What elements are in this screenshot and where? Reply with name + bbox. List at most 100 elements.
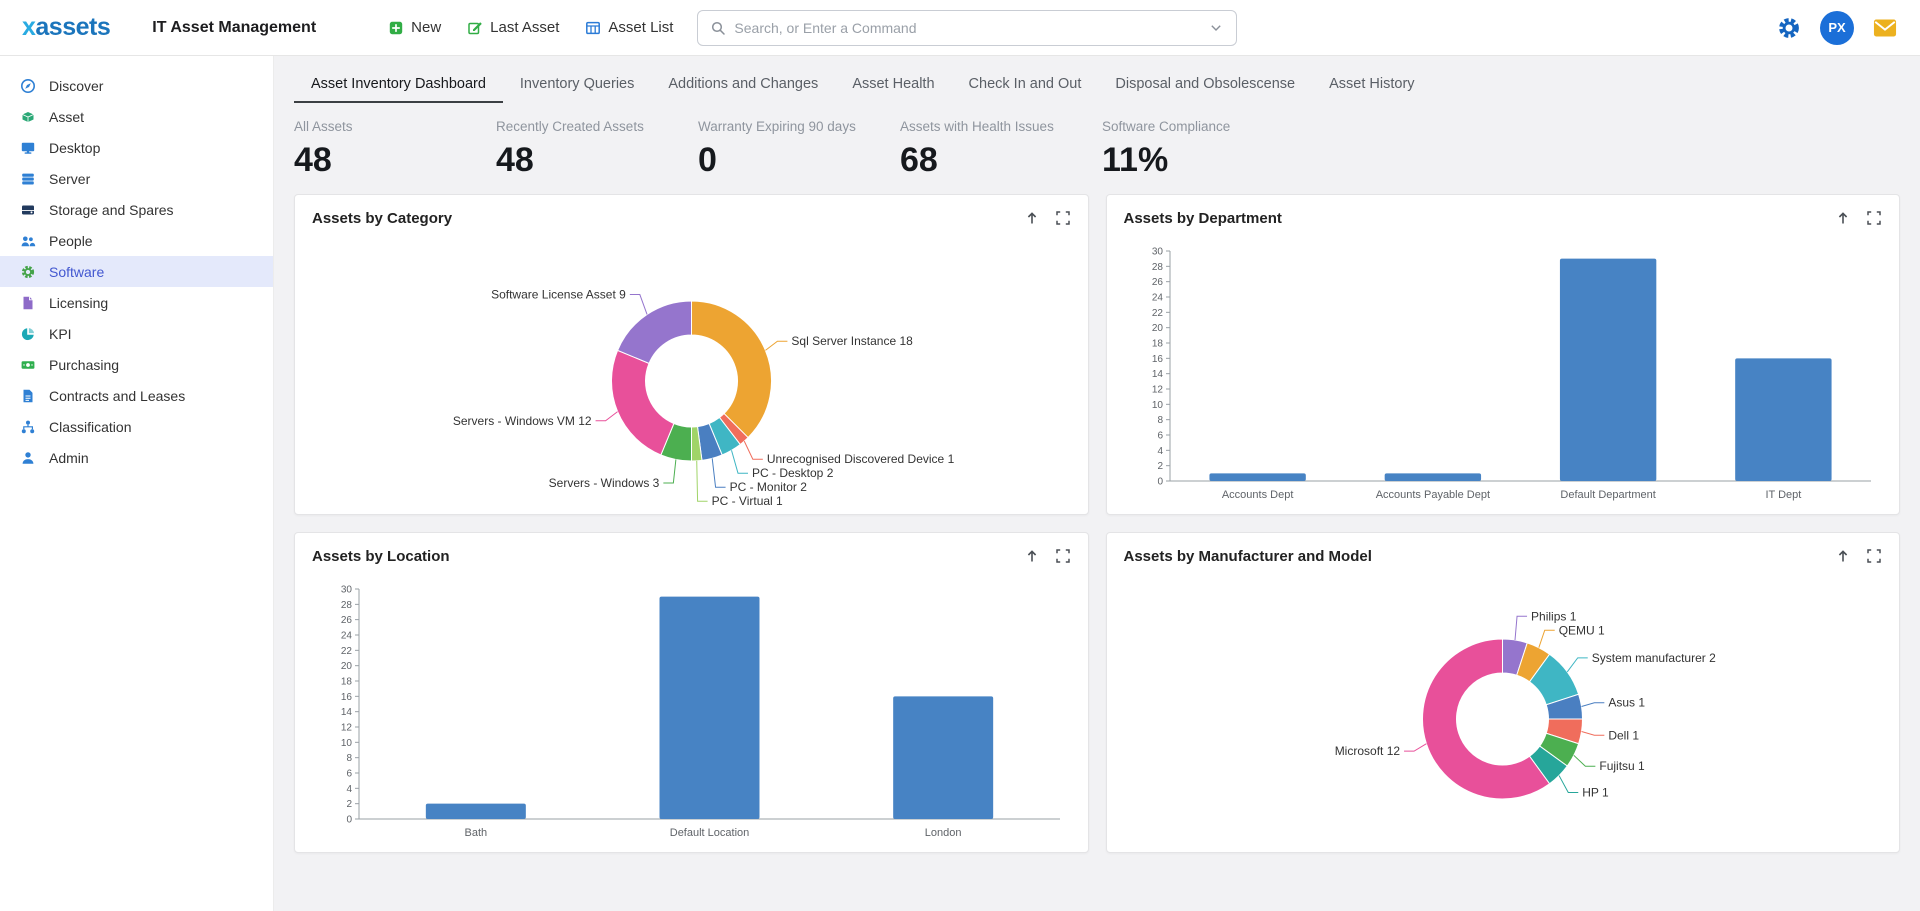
svg-text:8: 8 bbox=[1158, 415, 1164, 426]
sidebar-item-asset[interactable]: Asset bbox=[0, 101, 273, 132]
kpi-row: All Assets48Recently Created Assets48War… bbox=[294, 119, 1900, 180]
tab-check-in-and-out[interactable]: Check In and Out bbox=[952, 64, 1099, 103]
svg-text:6: 6 bbox=[1158, 431, 1164, 442]
kpi-value: 11% bbox=[1102, 141, 1304, 180]
chevron-down-icon[interactable] bbox=[1208, 20, 1224, 36]
expand-fullscreen-icon[interactable] bbox=[1866, 548, 1882, 564]
edit-icon bbox=[467, 20, 483, 36]
asset-list-button[interactable]: Asset List bbox=[575, 12, 683, 43]
assets-by-manufacturer-donut-chart: Philips 1QEMU 1System manufacturer 2Asus… bbox=[1118, 579, 1887, 847]
sidebar-item-label: Contracts and Leases bbox=[49, 388, 185, 404]
mail-icon[interactable] bbox=[1872, 15, 1898, 41]
last-asset-button[interactable]: Last Asset bbox=[457, 12, 569, 43]
kpi-assets-with-health-issues: Assets with Health Issues68 bbox=[900, 119, 1102, 180]
pie-icon bbox=[20, 326, 36, 342]
svg-text:4: 4 bbox=[1158, 446, 1164, 457]
sidebar-item-label: People bbox=[49, 233, 93, 249]
sidebar-item-label: KPI bbox=[49, 326, 72, 342]
tab-additions-and-changes[interactable]: Additions and Changes bbox=[651, 64, 835, 103]
table-icon bbox=[585, 20, 601, 36]
storage-icon bbox=[20, 202, 36, 218]
svg-text:10: 10 bbox=[1152, 400, 1164, 411]
export-arrow-up-icon[interactable] bbox=[1024, 548, 1040, 564]
sidebar-item-contracts-and-leases[interactable]: Contracts and Leases bbox=[0, 380, 273, 411]
topbar-actions: New Last Asset Asset List bbox=[378, 12, 683, 43]
kpi-value: 48 bbox=[294, 141, 496, 180]
svg-text:6: 6 bbox=[346, 769, 352, 780]
expand-fullscreen-icon[interactable] bbox=[1055, 210, 1071, 226]
svg-text:Accounts Dept: Accounts Dept bbox=[1222, 489, 1294, 501]
expand-fullscreen-icon[interactable] bbox=[1055, 548, 1071, 564]
svg-text:2: 2 bbox=[346, 799, 352, 810]
tab-asset-inventory-dashboard[interactable]: Asset Inventory Dashboard bbox=[294, 64, 503, 103]
search-box[interactable] bbox=[697, 10, 1237, 46]
svg-text:0: 0 bbox=[346, 815, 352, 826]
button-label: New bbox=[411, 19, 441, 36]
sidebar-item-people[interactable]: People bbox=[0, 225, 273, 256]
svg-text:Philips 1: Philips 1 bbox=[1531, 609, 1577, 623]
kpi-all-assets: All Assets48 bbox=[294, 119, 496, 180]
kpi-value: 48 bbox=[496, 141, 698, 180]
plus-icon bbox=[388, 20, 404, 36]
sidebar-item-label: Asset bbox=[49, 109, 84, 125]
svg-text:14: 14 bbox=[1152, 369, 1164, 380]
sidebar-item-software[interactable]: Software bbox=[0, 256, 273, 287]
card-assets-by-manufacturer: Assets by Manufacturer and Model Philips… bbox=[1106, 532, 1901, 853]
sidebar-item-admin[interactable]: Admin bbox=[0, 442, 273, 473]
svg-text:22: 22 bbox=[1152, 308, 1164, 319]
export-arrow-up-icon[interactable] bbox=[1024, 210, 1040, 226]
brand-logo-x: x bbox=[22, 13, 35, 41]
avatar[interactable]: PX bbox=[1820, 11, 1854, 45]
tab-inventory-queries[interactable]: Inventory Queries bbox=[503, 64, 651, 103]
card-header: Assets by Category bbox=[295, 195, 1088, 241]
sidebar-item-desktop[interactable]: Desktop bbox=[0, 132, 273, 163]
tab-asset-health[interactable]: Asset Health bbox=[835, 64, 951, 103]
card-header-actions bbox=[1835, 210, 1882, 226]
card-title: Assets by Manufacturer and Model bbox=[1124, 548, 1372, 565]
svg-text:24: 24 bbox=[341, 631, 353, 642]
sidebar-item-label: Server bbox=[49, 171, 90, 187]
app-shell: Discover Asset Desktop Server Storage and Sp… bbox=[0, 56, 1920, 911]
expand-fullscreen-icon[interactable] bbox=[1866, 210, 1882, 226]
sidebar-item-label: Discover bbox=[49, 78, 103, 94]
export-arrow-up-icon[interactable] bbox=[1835, 210, 1851, 226]
kpi-recently-created-assets: Recently Created Assets48 bbox=[496, 119, 698, 180]
svg-text:Accounts Payable Dept: Accounts Payable Dept bbox=[1376, 489, 1490, 501]
settings-gear-icon[interactable] bbox=[1776, 15, 1802, 41]
search-input[interactable] bbox=[734, 20, 1200, 36]
sidebar-item-purchasing[interactable]: Purchasing bbox=[0, 349, 273, 380]
svg-text:PC - Desktop 2: PC - Desktop 2 bbox=[752, 466, 834, 480]
svg-text:20: 20 bbox=[1152, 323, 1164, 334]
tab-disposal-and-obsolescense[interactable]: Disposal and Obsolescense bbox=[1098, 64, 1312, 103]
svg-text:Sql Server Instance 18: Sql Server Instance 18 bbox=[791, 334, 913, 348]
server-icon bbox=[20, 171, 36, 187]
topbar-right: PX bbox=[1776, 11, 1898, 45]
svg-text:Servers - Windows VM 12: Servers - Windows VM 12 bbox=[453, 414, 592, 428]
svg-text:Asus 1: Asus 1 bbox=[1609, 696, 1646, 710]
svg-text:HP 1: HP 1 bbox=[1583, 786, 1610, 800]
sidebar-item-discover[interactable]: Discover bbox=[0, 70, 273, 101]
sidebar-item-server[interactable]: Server bbox=[0, 163, 273, 194]
app-title: IT Asset Management bbox=[152, 19, 316, 37]
sidebar-item-label: Software bbox=[49, 264, 104, 280]
svg-text:26: 26 bbox=[1152, 277, 1164, 288]
card-assets-by-location: Assets by Location 024681012141618202224… bbox=[294, 532, 1089, 853]
sidebar-item-label: Classification bbox=[49, 419, 131, 435]
svg-text:Fujitsu 1: Fujitsu 1 bbox=[1600, 759, 1646, 773]
sidebar: Discover Asset Desktop Server Storage and Sp… bbox=[0, 56, 274, 911]
card-title: Assets by Category bbox=[312, 210, 452, 227]
sidebar-item-classification[interactable]: Classification bbox=[0, 411, 273, 442]
export-arrow-up-icon[interactable] bbox=[1835, 548, 1851, 564]
sidebar-item-storage-and-spares[interactable]: Storage and Spares bbox=[0, 194, 273, 225]
svg-text:Software License Asset 9: Software License Asset 9 bbox=[491, 288, 626, 302]
button-label: Asset List bbox=[608, 19, 673, 36]
svg-text:24: 24 bbox=[1152, 293, 1164, 304]
sidebar-item-kpi[interactable]: KPI bbox=[0, 318, 273, 349]
tab-asset-history[interactable]: Asset History bbox=[1312, 64, 1431, 103]
sidebar-item-licensing[interactable]: Licensing bbox=[0, 287, 273, 318]
svg-text:PC - Virtual 1: PC - Virtual 1 bbox=[711, 494, 782, 508]
card-header-actions bbox=[1835, 548, 1882, 564]
new-button[interactable]: New bbox=[378, 12, 451, 43]
brand-logo[interactable]: xassets bbox=[22, 13, 110, 42]
card-title: Assets by Department bbox=[1124, 210, 1282, 227]
